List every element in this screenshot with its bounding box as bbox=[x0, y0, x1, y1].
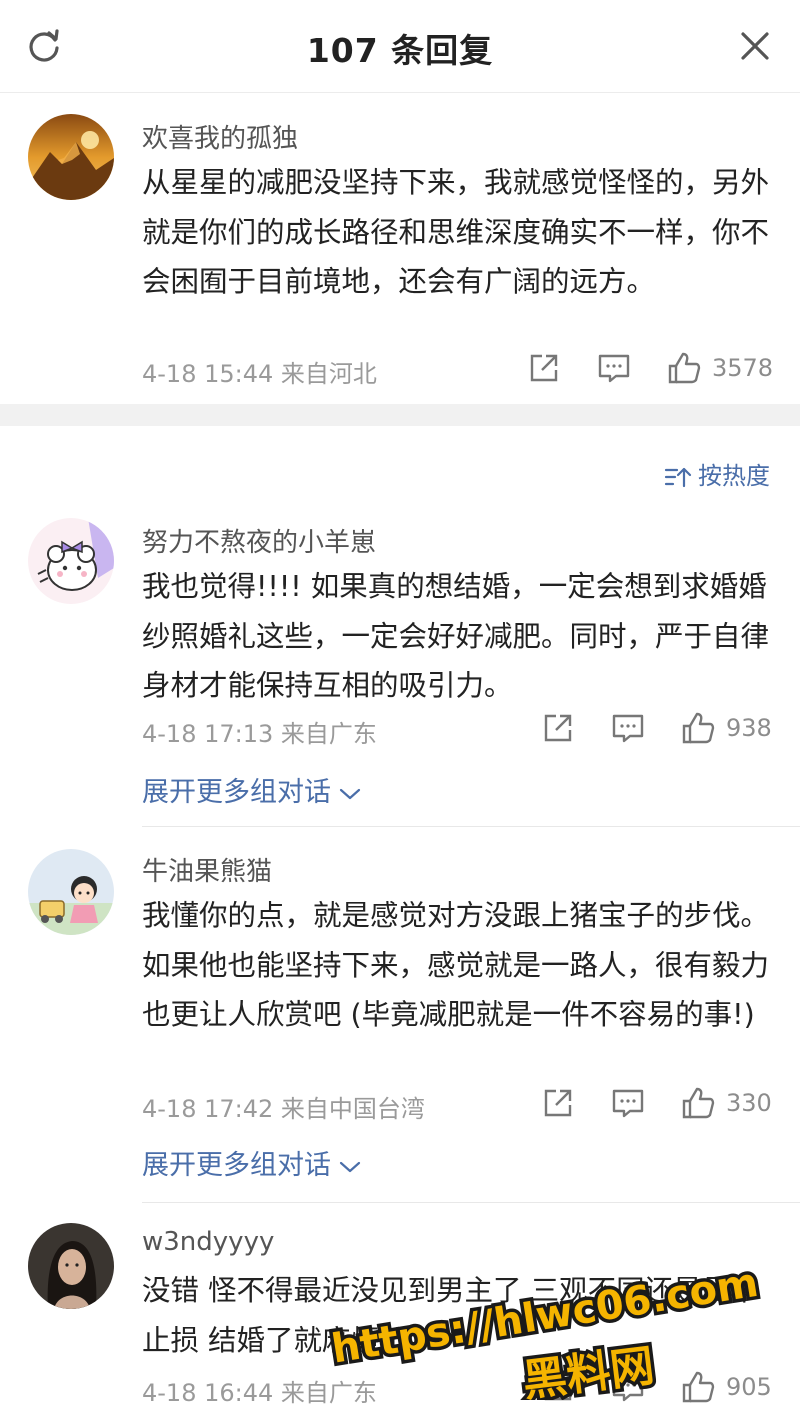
reply-item: 努力不熬夜的小羊崽 我也觉得!!!! 如果真的想结婚，一定会想到求婚婚纱照婚礼这… bbox=[0, 504, 800, 824]
comment-text: 我也觉得!!!! 如果真的想结婚，一定会想到求婚婚纱照婚礼这些，一定会好好减肥。… bbox=[142, 570, 770, 702]
expand-conversation-link[interactable]: 展开更多组对话 bbox=[142, 770, 361, 809]
section-divider bbox=[0, 404, 800, 426]
avatar[interactable] bbox=[28, 518, 114, 604]
comment-text: 我懂你的点，就是感觉对方没跟上猪宝子的步伐。如果他也能坚持下来，感觉就是一路人，… bbox=[142, 899, 770, 1031]
like-count: 905 bbox=[726, 1373, 772, 1401]
username[interactable]: w3ndyyyy bbox=[142, 1227, 274, 1257]
share-icon[interactable] bbox=[538, 1367, 578, 1407]
comment-meta-row: 4-18 16:44 来自广东 905 bbox=[142, 1367, 772, 1407]
timestamp-location: 4-18 15:44 来自河北 bbox=[142, 360, 377, 388]
username[interactable]: 欢喜我的孤独 bbox=[142, 118, 298, 155]
timestamp-location: 4-18 17:42 来自中国台湾 bbox=[142, 1095, 425, 1123]
like-icon[interactable] bbox=[678, 708, 718, 748]
comment-icon[interactable] bbox=[608, 1367, 648, 1407]
like-count: 330 bbox=[726, 1089, 772, 1117]
username[interactable]: 努力不熬夜的小羊崽 bbox=[142, 522, 376, 559]
comment-text: 从星星的减肥没坚持下来，我就感觉怪怪的，另外就是你们的成长路径和思维深度确实不一… bbox=[142, 166, 770, 298]
comment-icon[interactable] bbox=[594, 348, 634, 388]
avatar[interactable] bbox=[28, 1223, 114, 1309]
reply-count-title: 107 条回复 bbox=[306, 31, 494, 70]
like-icon[interactable] bbox=[664, 348, 704, 388]
expand-conversation-link[interactable]: 展开更多组对话 bbox=[142, 1143, 361, 1182]
reply-item: w3ndyyyy 没错 怪不得最近没见到男主了 三观不同还是尽早止损 结婚了就麻… bbox=[0, 1203, 800, 1407]
share-icon[interactable] bbox=[538, 1083, 578, 1123]
expand-label: 展开更多组对话 bbox=[142, 1150, 331, 1181]
dialog-header: 107 条回复 bbox=[0, 0, 800, 93]
like-count: 3578 bbox=[712, 354, 774, 382]
sort-toggle[interactable]: 按热度 bbox=[664, 456, 770, 491]
timestamp-location: 4-18 17:13 来自广东 bbox=[142, 720, 377, 748]
like-count: 938 bbox=[726, 714, 772, 742]
reply-item: 牛油果熊猫 我懂你的点，就是感觉对方没跟上猪宝子的步伐。如果他也能坚持下来，感觉… bbox=[0, 827, 800, 1201]
avatar[interactable] bbox=[28, 849, 114, 935]
chevron-down-icon bbox=[339, 788, 361, 799]
chevron-down-icon bbox=[339, 1161, 361, 1172]
comment-meta-row: 4-18 17:42 来自中国台湾 330 bbox=[142, 1083, 772, 1123]
original-comment: 欢喜我的孤独 从星星的减肥没坚持下来，我就感觉怪怪的，另外就是你们的成长路径和思… bbox=[0, 92, 800, 404]
close-icon[interactable] bbox=[735, 26, 775, 66]
like-icon[interactable] bbox=[678, 1083, 718, 1123]
share-icon[interactable] bbox=[524, 348, 564, 388]
avatar[interactable] bbox=[28, 114, 114, 200]
comment-icon[interactable] bbox=[608, 708, 648, 748]
like-icon[interactable] bbox=[678, 1367, 718, 1407]
sort-icon bbox=[664, 467, 692, 488]
username[interactable]: 牛油果熊猫 bbox=[142, 851, 272, 888]
comment-meta-row: 4-18 17:13 来自广东 938 bbox=[142, 708, 772, 748]
sort-label: 按热度 bbox=[698, 462, 770, 490]
comment-text: 没错 怪不得最近没见到男主了 三观不同还是尽早止损 结婚了就麻烦了. bbox=[142, 1274, 759, 1357]
timestamp-location: 4-18 16:44 来自广东 bbox=[142, 1379, 377, 1407]
expand-label: 展开更多组对话 bbox=[142, 777, 331, 808]
comment-meta-row: 4-18 15:44 来自河北 3578 bbox=[142, 348, 774, 388]
comment-icon[interactable] bbox=[608, 1083, 648, 1123]
share-icon[interactable] bbox=[538, 708, 578, 748]
